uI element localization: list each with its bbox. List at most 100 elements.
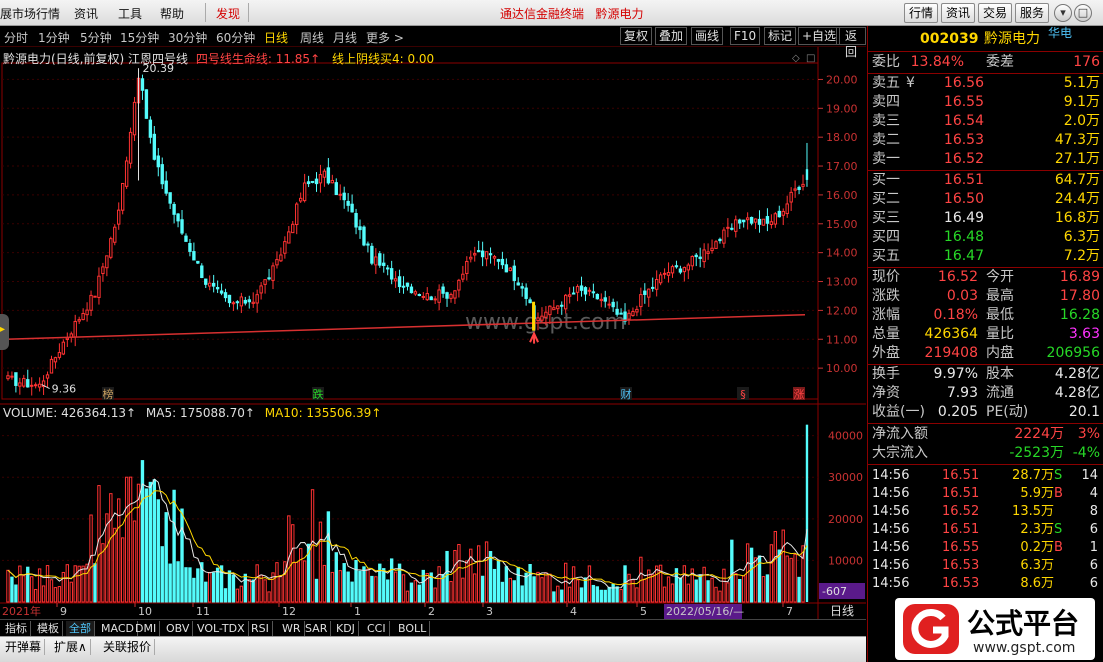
kline-chart[interactable]: 20.00 19.00 18.00 17.00 16.00 15.00 14.00 13.00… bbox=[0, 47, 866, 620]
volume-bar bbox=[128, 476, 133, 603]
period-monthly[interactable]: 月线 bbox=[333, 29, 357, 46]
candle-body bbox=[647, 288, 651, 298]
candle-body bbox=[219, 290, 224, 294]
indicator-tab-4[interactable]: DMI bbox=[132, 621, 161, 636]
mark-button[interactable]: 标记 bbox=[764, 27, 797, 45]
period-weekly[interactable]: 周线 bbox=[300, 29, 324, 46]
indicator-tab-5[interactable]: OBV bbox=[163, 621, 194, 636]
adjust-button[interactable]: 复权 bbox=[620, 27, 653, 45]
volume-bar bbox=[643, 578, 647, 603]
volume-bar bbox=[567, 586, 572, 603]
tick-count: 6 bbox=[1089, 522, 1098, 537]
volume-bar bbox=[611, 583, 615, 603]
indicator-tab-9[interactable]: SAR bbox=[302, 621, 332, 636]
candle-body bbox=[322, 170, 327, 178]
candle-body bbox=[109, 238, 113, 258]
volume-bar bbox=[69, 581, 73, 603]
volume-bar bbox=[314, 578, 319, 603]
stat-value: 17.80 bbox=[1059, 288, 1100, 304]
period-1min[interactable]: 1分钟 bbox=[38, 29, 70, 46]
indicator-tab-8[interactable]: WR bbox=[279, 621, 305, 636]
diamond-icon[interactable]: ◇ bbox=[792, 53, 800, 64]
quote-button[interactable]: 行情 bbox=[904, 3, 938, 23]
bid-label: 买三 bbox=[872, 210, 900, 226]
maximize-icon[interactable]: □ bbox=[1074, 4, 1092, 22]
volume-bar bbox=[235, 588, 240, 603]
news-button[interactable]: 资讯 bbox=[941, 3, 975, 23]
volume-bar bbox=[742, 575, 746, 603]
candle-body bbox=[113, 226, 117, 243]
side-expand-handle[interactable]: ▸ bbox=[0, 314, 9, 350]
indicator-tab-0[interactable]: 指标 bbox=[2, 621, 31, 636]
volume-tick-label: 20000 bbox=[828, 513, 863, 526]
volume-bar bbox=[132, 520, 137, 603]
logo-g-icon bbox=[903, 604, 959, 654]
bottom-button-1[interactable]: 扩展∧ bbox=[51, 639, 91, 655]
period-timeshare[interactable]: 分时 bbox=[4, 29, 28, 46]
menu-help[interactable]: 帮助 bbox=[160, 5, 184, 22]
period-more[interactable]: 更多 > bbox=[366, 29, 404, 46]
candle-body bbox=[366, 243, 370, 246]
draw-button[interactable]: 画线 bbox=[691, 27, 724, 45]
candle-body bbox=[726, 226, 730, 229]
volume-bar bbox=[765, 574, 770, 603]
volume-bar bbox=[184, 567, 188, 603]
bottom-button-0[interactable]: 开弹幕 bbox=[2, 639, 46, 655]
candle-body bbox=[429, 296, 433, 301]
event-label: § bbox=[740, 388, 746, 401]
volume-bar bbox=[413, 580, 418, 603]
volume-bar bbox=[564, 562, 568, 603]
stat-row-4: 外盘 219408 内盘 206956 bbox=[868, 344, 1103, 363]
add-watchlist-button[interactable]: +自选 bbox=[798, 27, 841, 45]
candle-body bbox=[405, 282, 410, 287]
candlesticks[interactable] bbox=[6, 74, 809, 396]
candle-body bbox=[789, 191, 793, 203]
indicator-tab-1[interactable]: 模板 bbox=[34, 621, 63, 636]
period-5min[interactable]: 5分钟 bbox=[80, 29, 112, 46]
candle-body bbox=[148, 119, 153, 138]
candle-body bbox=[548, 305, 552, 316]
indicator-tab-12[interactable]: BOLL bbox=[395, 621, 431, 636]
period-30min[interactable]: 30分钟 bbox=[168, 29, 207, 46]
chart-canvas[interactable]: 20.00 19.00 18.00 17.00 16.00 15.00 14.00 13.00… bbox=[0, 47, 866, 620]
candle-body bbox=[734, 219, 738, 232]
candle-body bbox=[295, 203, 299, 226]
volume-bar bbox=[259, 574, 263, 603]
volume-bar bbox=[6, 569, 10, 603]
tick-count: 4 bbox=[1089, 486, 1098, 501]
bid-price: 16.50 bbox=[943, 191, 984, 207]
back-button[interactable]: 返回 bbox=[836, 27, 866, 59]
square-icon[interactable]: □ bbox=[806, 53, 815, 64]
indicator-tab-10[interactable]: KDJ bbox=[333, 621, 359, 636]
volume-bar bbox=[496, 560, 501, 603]
period-daily[interactable]: 日线 bbox=[264, 29, 288, 46]
service-button[interactable]: 服务 bbox=[1015, 3, 1049, 23]
f10-button[interactable]: F10 bbox=[730, 27, 761, 45]
bottom-button-2[interactable]: 关联报价 bbox=[100, 639, 156, 655]
candle-body bbox=[57, 352, 62, 358]
indicator-tab-6[interactable]: VOL-TDX bbox=[194, 621, 249, 636]
volume-bar bbox=[401, 574, 406, 603]
bid-label: 买二 bbox=[872, 191, 900, 207]
overlay-button[interactable]: 叠加 bbox=[655, 27, 688, 45]
trade-button[interactable]: 交易 bbox=[978, 3, 1012, 23]
candle-body bbox=[651, 286, 655, 289]
candle-body bbox=[77, 319, 81, 322]
menu-news[interactable]: 资讯 bbox=[74, 5, 98, 22]
period-15min[interactable]: 15分钟 bbox=[120, 29, 159, 46]
period-60min[interactable]: 60分钟 bbox=[216, 29, 255, 46]
menu-tools[interactable]: 工具 bbox=[118, 5, 142, 22]
stat-label: 流通 bbox=[986, 385, 1014, 401]
minimize-icon[interactable]: ▾ bbox=[1054, 4, 1072, 22]
volume-bar bbox=[93, 563, 97, 603]
volume-bar bbox=[22, 575, 26, 603]
indicator-tab-2[interactable]: 全部 bbox=[66, 621, 95, 636]
ask-volume: 27.1万 bbox=[1054, 151, 1100, 167]
candle-body bbox=[386, 267, 390, 270]
candle-body bbox=[117, 209, 121, 225]
menu-discover[interactable]: 发现 bbox=[216, 5, 240, 22]
candle-body bbox=[508, 267, 513, 272]
indicator-tab-11[interactable]: CCI bbox=[364, 621, 390, 636]
indicator-tab-7[interactable]: RSI bbox=[248, 621, 273, 636]
menu-market[interactable]: 展市场行情 bbox=[0, 5, 60, 22]
